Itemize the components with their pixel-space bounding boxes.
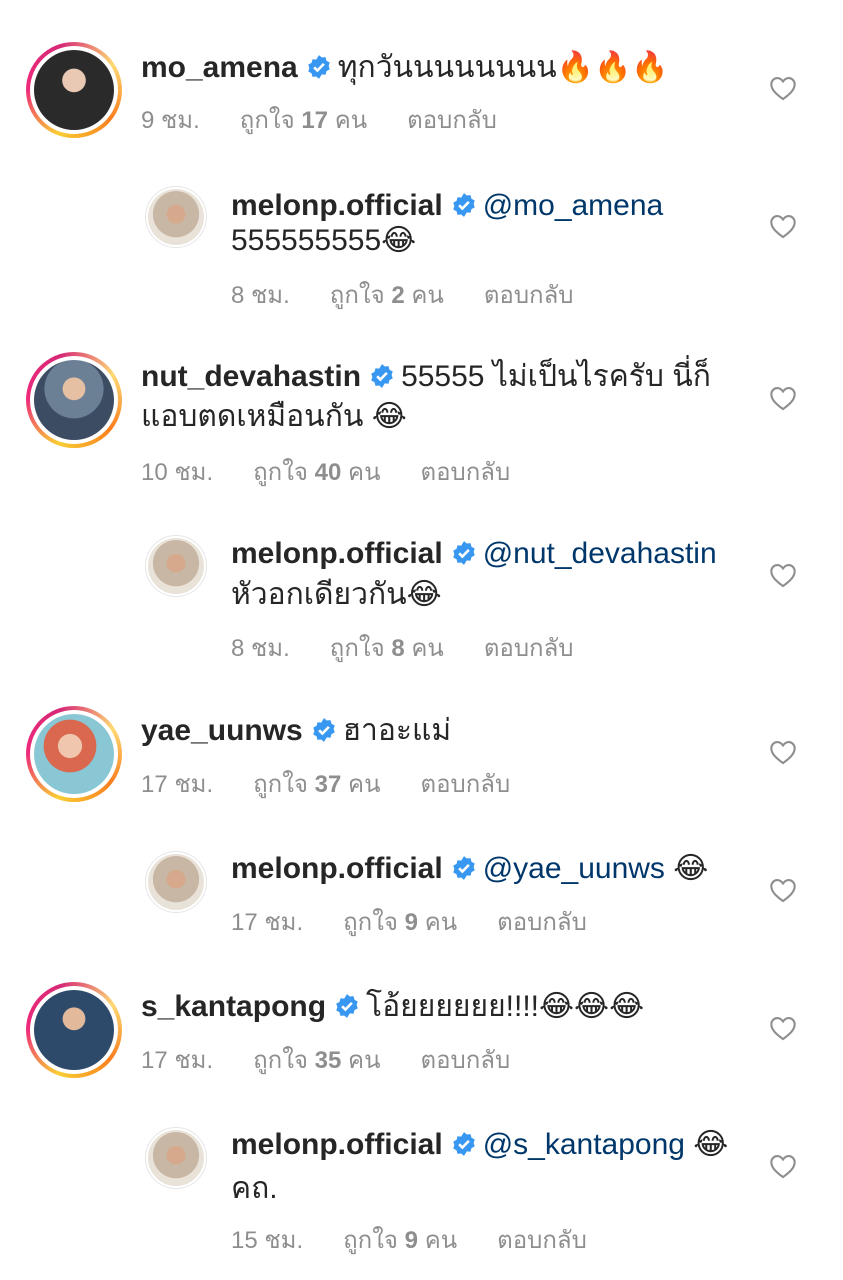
- comment-text-continued: คถ.: [231, 1172, 278, 1205]
- username[interactable]: nut_devahastin: [141, 360, 361, 393]
- timestamp: 9 ชม.: [141, 107, 200, 134]
- heart-icon[interactable]: [769, 1153, 797, 1179]
- avatar[interactable]: [26, 352, 122, 448]
- reply-button[interactable]: ตอบกลับ: [421, 1047, 511, 1074]
- verified-badge-icon: [313, 718, 335, 742]
- likes-count[interactable]: ถูกใจ 2 คน: [330, 282, 444, 309]
- likes-count[interactable]: ถูกใจ 37 คน: [253, 771, 380, 798]
- timestamp: 17 ชม.: [231, 909, 304, 936]
- reply-button[interactable]: ตอบกลับ: [421, 771, 511, 798]
- username[interactable]: melonp.official: [231, 189, 443, 222]
- mention-link[interactable]: @nut_devahastin: [483, 537, 717, 570]
- avatar[interactable]: [145, 186, 207, 248]
- timestamp: 8 ชม.: [231, 282, 290, 309]
- verified-badge-icon: [336, 994, 358, 1018]
- username[interactable]: yae_uunws: [141, 714, 303, 747]
- heart-icon[interactable]: [769, 562, 797, 588]
- likes-count[interactable]: ถูกใจ 17 คน: [240, 107, 367, 134]
- verified-badge-icon: [452, 541, 475, 565]
- heart-icon[interactable]: [769, 1015, 797, 1041]
- comment-text: โอ้ยยยยยย!!!!😂😂😂: [366, 990, 645, 1023]
- comment-text: 555555555😂: [231, 224, 417, 257]
- reply-button[interactable]: ตอบกลับ: [497, 909, 587, 936]
- verified-badge-icon: [452, 193, 475, 217]
- avatar[interactable]: [26, 42, 122, 138]
- heart-icon[interactable]: [769, 877, 797, 903]
- username[interactable]: melonp.official: [231, 537, 443, 570]
- mention-link[interactable]: @s_kantapong: [483, 1128, 685, 1161]
- likes-count[interactable]: ถูกใจ 35 คน: [253, 1047, 380, 1074]
- comment-text: 😂: [693, 1128, 729, 1161]
- comment-text: หัวอกเดียวกัน😂: [231, 578, 442, 611]
- timestamp: 15 ชม.: [231, 1227, 304, 1254]
- reply-button[interactable]: ตอบกลับ: [484, 282, 574, 309]
- heart-icon[interactable]: [769, 385, 797, 411]
- avatar[interactable]: [26, 706, 122, 802]
- mention-link[interactable]: @yae_uunws: [483, 852, 665, 885]
- avatar[interactable]: [145, 1127, 207, 1189]
- reply-button[interactable]: ตอบกลับ: [497, 1227, 587, 1254]
- comment-text: 55555 ไม่เป็นไรครับ นี่ก็: [401, 360, 711, 393]
- comment-text: 😂: [673, 852, 709, 885]
- heart-icon[interactable]: [769, 213, 797, 239]
- timestamp: 17 ชม.: [141, 1047, 214, 1074]
- likes-count[interactable]: ถูกใจ 9 คน: [343, 1227, 457, 1254]
- verified-badge-icon: [371, 364, 393, 388]
- likes-count[interactable]: ถูกใจ 40 คน: [253, 459, 380, 486]
- avatar[interactable]: [145, 851, 207, 913]
- username[interactable]: melonp.official: [231, 852, 443, 885]
- timestamp: 17 ชม.: [141, 771, 214, 798]
- mention-link[interactable]: @mo_amena: [483, 189, 664, 222]
- verified-badge-icon: [452, 1132, 475, 1156]
- reply-button[interactable]: ตอบกลับ: [407, 107, 497, 134]
- reply-button[interactable]: ตอบกลับ: [484, 635, 574, 662]
- likes-count[interactable]: ถูกใจ 9 คน: [343, 909, 457, 936]
- timestamp: 8 ชม.: [231, 635, 290, 662]
- verified-badge-icon: [452, 856, 475, 880]
- avatar[interactable]: [145, 535, 207, 597]
- verified-badge-icon: [308, 55, 330, 79]
- comment-text: ทุกวันนนนนนนน🔥🔥🔥: [337, 51, 669, 84]
- username[interactable]: s_kantapong: [141, 990, 326, 1023]
- username[interactable]: melonp.official: [231, 1128, 443, 1161]
- heart-icon[interactable]: [769, 739, 797, 765]
- username[interactable]: mo_amena: [141, 51, 298, 84]
- comment-text-continued: แอบตดเหมือนกัน 😂: [141, 400, 407, 433]
- likes-count[interactable]: ถูกใจ 8 คน: [330, 635, 444, 662]
- comment-text: ฮาอะแม่: [342, 714, 452, 747]
- heart-icon[interactable]: [769, 75, 797, 101]
- timestamp: 10 ชม.: [141, 459, 214, 486]
- avatar[interactable]: [26, 982, 122, 1078]
- reply-button[interactable]: ตอบกลับ: [421, 459, 511, 486]
